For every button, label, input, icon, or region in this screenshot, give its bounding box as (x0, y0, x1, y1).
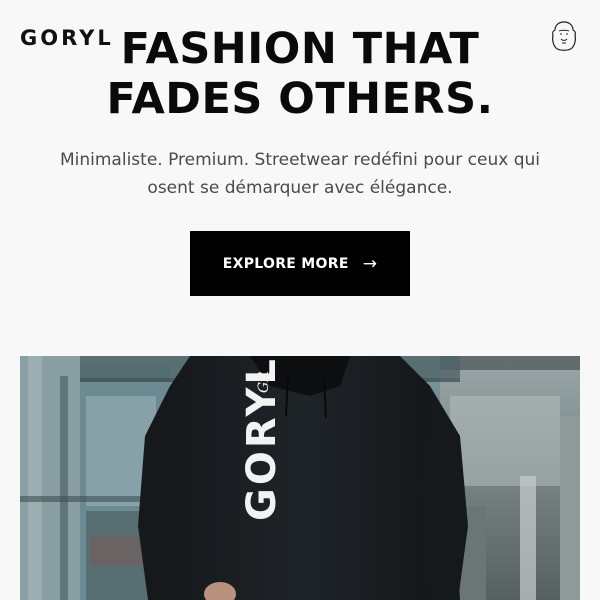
arrow-right-icon: → (362, 253, 378, 274)
hero-title: FASHION THAT FADES OTHERS. (0, 24, 600, 124)
hero-photo: GORYL GR (20, 356, 580, 600)
landing-page: GORYL FASHION THAT FADES OTHERS. Minimal… (0, 0, 600, 600)
explore-more-button[interactable]: EXPLORE MORE → (190, 231, 410, 296)
hero-subtitle-line-1: Minimaliste. Premium. Streetwear redéfin… (59, 150, 540, 170)
hero-title-line-1: FASHION THAT (120, 24, 480, 74)
gorilla-logo-icon[interactable] (550, 20, 578, 52)
hero-subtitle-line-2: osent se démarquer avec élégance. (147, 178, 453, 198)
hero-subtitle: Minimaliste. Premium. Streetwear redéfin… (30, 146, 570, 202)
explore-more-label: EXPLORE MORE (222, 255, 349, 272)
hero-title-line-2: FADES OTHERS. (106, 74, 494, 124)
hoodie-print-monogram: GR (256, 371, 272, 393)
